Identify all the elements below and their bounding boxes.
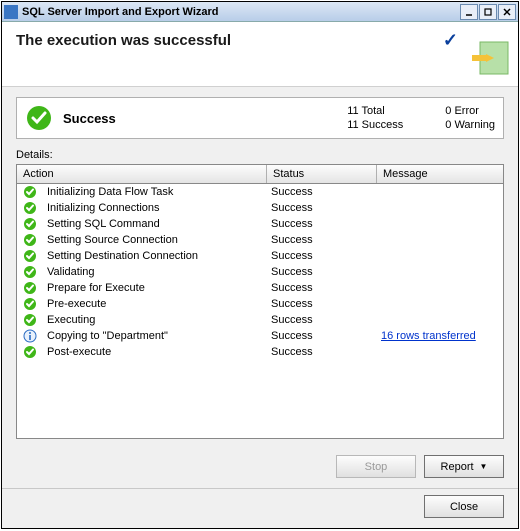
action-text: Pre-execute [47,298,106,310]
error-count: 0 Error [445,105,495,117]
summary-box: Success 11 Total 11 Success 0 Error 0 Wa… [16,97,504,139]
status-text: Success [267,314,377,326]
success-icon [23,281,37,295]
chevron-down-icon: ▼ [480,462,488,471]
success-icon [23,201,37,215]
status-text: Success [267,202,377,214]
info-icon [23,329,37,343]
table-row[interactable]: Initializing Connections Success [17,200,503,216]
close-button[interactable] [498,4,516,20]
warning-count: 0 Warning [445,119,495,131]
action-text: Executing [47,314,95,326]
status-text: Success [267,330,377,342]
close-wizard-button[interactable]: Close [424,495,504,518]
table-row[interactable]: Post-execute Success [17,344,503,360]
success-icon [25,104,53,132]
table-row[interactable]: Pre-execute Success [17,296,503,312]
table-row[interactable]: Initializing Data Flow Task Success [17,184,503,200]
success-icon [23,313,37,327]
action-text: Post-execute [47,346,111,358]
col-message[interactable]: Message [377,165,503,183]
action-text: Prepare for Execute [47,282,145,294]
action-text: Setting Source Connection [47,234,178,246]
success-icon [23,249,37,263]
status-text: Success [267,218,377,230]
status-text: Success [267,266,377,278]
success-icon [23,233,37,247]
summary-label: Success [63,111,347,126]
grid-body[interactable]: Initializing Data Flow TaskSuccessInitia… [17,184,503,434]
success-count: 11 Success [347,119,403,131]
action-text: Copying to "Department" [47,330,168,342]
stop-button: Stop [336,455,416,478]
box-graphic-icon [460,34,512,82]
action-text: Initializing Data Flow Task [47,186,173,198]
success-icon [23,185,37,199]
success-icon [23,217,37,231]
status-text: Success [267,250,377,262]
success-icon [23,345,37,359]
message-link[interactable]: 16 rows transferred [381,330,476,342]
titlebar[interactable]: SQL Server Import and Export Wizard [2,2,518,22]
total-count: 11 Total [347,105,403,117]
status-text: Success [267,346,377,358]
table-row[interactable]: Executing Success [17,312,503,328]
table-row[interactable]: Copying to "Department" Success 16 rows tr… [17,328,503,344]
banner-title: The execution was successful [16,32,504,49]
table-row[interactable]: Setting SQL Command Success [17,216,503,232]
success-icon [23,297,37,311]
report-button[interactable]: Report▼ [424,455,504,478]
action-text: Setting Destination Connection [47,250,198,262]
summary-stats: 11 Total 11 Success 0 Error 0 Warning [347,105,495,131]
window-title: SQL Server Import and Export Wizard [22,6,460,18]
table-row[interactable]: Setting Destination Connection Success [17,248,503,264]
banner: The execution was successful ✓ [2,22,518,87]
content-area: Success 11 Total 11 Success 0 Error 0 Wa… [2,87,518,445]
details-grid: Action Status Message Initializing Data … [16,164,504,439]
window-buttons [460,4,516,20]
grid-header: Action Status Message [17,165,503,184]
success-icon [23,265,37,279]
message-cell: 16 rows transferred [377,330,503,342]
app-icon [4,5,18,19]
status-text: Success [267,186,377,198]
minimize-button[interactable] [460,4,478,20]
button-row-1: Stop Report▼ [2,445,518,484]
details-label: Details: [16,149,504,161]
status-text: Success [267,282,377,294]
table-row[interactable]: Setting Source Connection Success [17,232,503,248]
table-row[interactable]: Validating Success [17,264,503,280]
table-row[interactable]: Prepare for Execute Success [17,280,503,296]
status-text: Success [267,234,377,246]
col-status[interactable]: Status [267,165,377,183]
maximize-button[interactable] [479,4,497,20]
action-text: Setting SQL Command [47,218,160,230]
action-text: Validating [47,266,95,278]
button-row-2: Close [2,488,518,528]
checkmark-icon: ✓ [443,30,458,51]
wizard-window: SQL Server Import and Export Wizard The … [1,1,519,529]
col-action[interactable]: Action [17,165,267,183]
status-text: Success [267,298,377,310]
action-text: Initializing Connections [47,202,160,214]
